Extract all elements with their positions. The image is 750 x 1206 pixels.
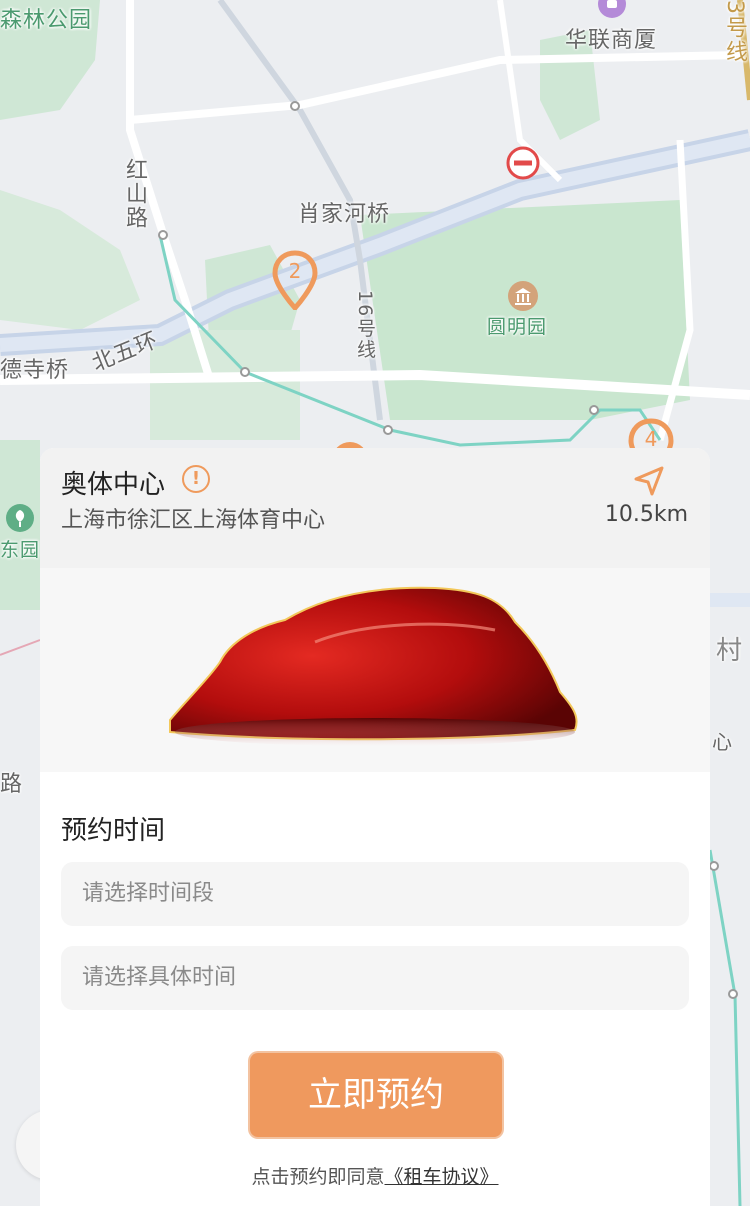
warning-icon[interactable]: ! (182, 465, 210, 493)
map-label-hongshan-road: 红山路 (122, 158, 147, 230)
map-label-hualian: 华联商厦 (565, 28, 658, 53)
map-label-center: 心 (712, 730, 733, 754)
agreement-prefix: 点击预约即同意 (251, 1166, 385, 1188)
pin-number: 2 (288, 259, 302, 283)
agreement-text: 点击预约即同意《租车协议》 (40, 1162, 710, 1189)
navigate-icon[interactable] (632, 464, 666, 498)
map-pin-2[interactable]: 2 (272, 250, 318, 310)
station-distance: 10.5km (604, 502, 688, 527)
reserve-now-button[interactable]: 立即预约 (250, 1053, 502, 1137)
map-label-xiaojiahe-bridge: 肖家河桥 (298, 202, 391, 227)
map-label-road: 路 (0, 772, 24, 797)
station-address: 上海市徐汇区上海体育中心 (61, 508, 326, 533)
time-period-select[interactable]: 请选择时间段 (61, 862, 689, 926)
park-icon (6, 504, 34, 532)
map-label-east-park: 东园 (0, 539, 41, 561)
map-label-yuanmingyuan: 圆明园 (487, 316, 548, 338)
map-label-forest-park: 森林公园 (0, 8, 93, 33)
rental-agreement-link[interactable]: 《租车协议》 (385, 1166, 499, 1188)
station-booking-card: 奥体中心 ! 上海市徐汇区上海体育中心 10.5km 预约时间 请选择时间段 请… (40, 448, 710, 1206)
car-image-area (40, 568, 710, 772)
station-header: 奥体中心 ! 上海市徐汇区上海体育中心 10.5km (40, 448, 710, 568)
map-label-line16: 16号线 (354, 290, 376, 361)
booking-time-title: 预约时间 (61, 816, 166, 846)
map-label-desi-bridge: 德寺桥 (0, 358, 70, 383)
map-label-village: 村 (716, 636, 744, 666)
museum-icon (508, 281, 538, 311)
specific-time-select[interactable]: 请选择具体时间 (61, 946, 689, 1010)
no-entry-icon (506, 146, 540, 180)
map-label-line3: 3号线 (722, 0, 747, 64)
car-cover-image (169, 586, 578, 746)
metro-station-icon (598, 0, 626, 18)
station-name: 奥体中心 (61, 470, 166, 500)
